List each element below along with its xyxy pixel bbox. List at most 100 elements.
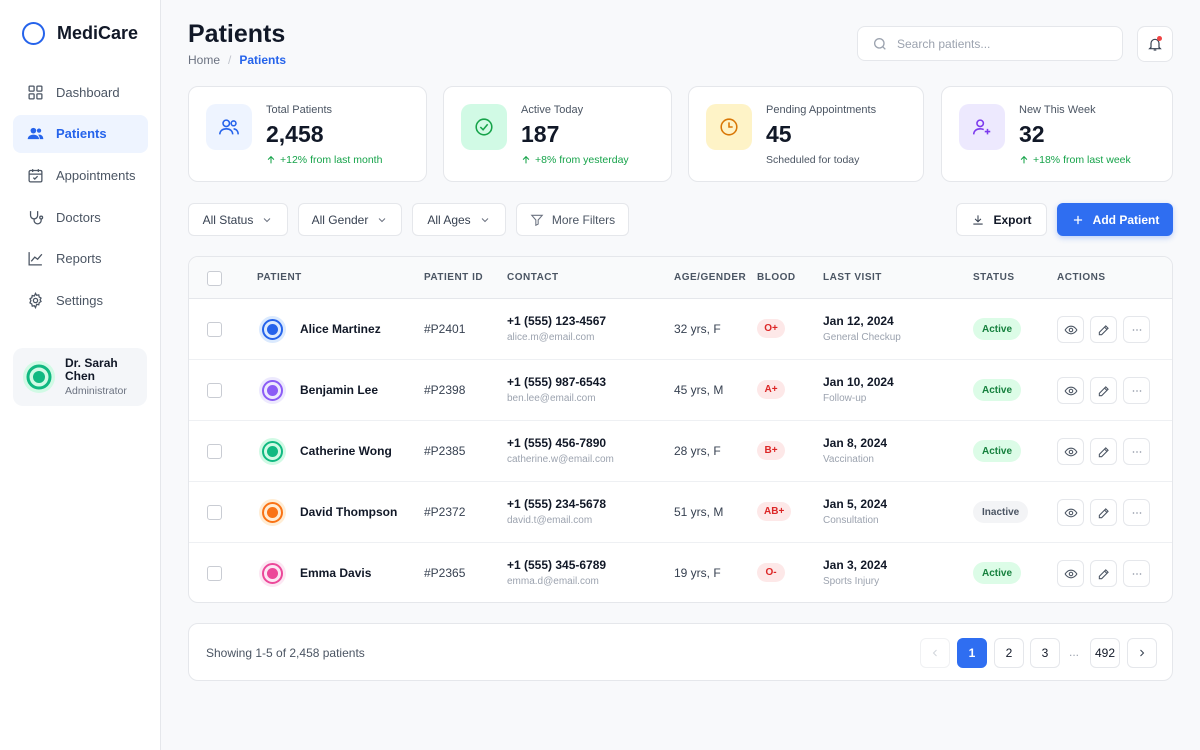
edit-button[interactable] — [1090, 560, 1117, 587]
stat-value: 187 — [521, 121, 560, 147]
more-filters-button[interactable]: More Filters — [516, 203, 629, 236]
column-header-last-visit[interactable]: LAST VISIT — [823, 272, 882, 283]
search-input[interactable] — [897, 36, 1097, 51]
pencil-icon — [1098, 324, 1109, 335]
calendar-check-icon — [28, 169, 43, 183]
row-checkbox[interactable] — [207, 566, 222, 581]
edit-button[interactable] — [1090, 499, 1117, 526]
status-filter-dropdown[interactable]: All Status — [188, 203, 288, 236]
logo-circle-icon — [22, 22, 45, 45]
notifications-button[interactable] — [1137, 26, 1173, 62]
next-page-button[interactable] — [1127, 638, 1157, 668]
view-button[interactable] — [1057, 377, 1084, 404]
sidebar-item-settings[interactable]: Settings — [13, 281, 148, 319]
table-row[interactable]: Benjamin Lee #P2398 +1 (555) 987-6543 ben.l… — [189, 360, 1172, 421]
search-box[interactable] — [857, 26, 1123, 61]
page-button-3[interactable]: 3 — [1030, 638, 1060, 668]
stat-icon-box — [461, 104, 507, 150]
stat-subtext: Scheduled for today — [766, 154, 859, 166]
page-button-2[interactable]: 2 — [994, 638, 1024, 668]
showing-count: Showing 1-5 of 2,458 patients — [206, 646, 365, 660]
export-button[interactable]: Export — [956, 203, 1047, 236]
stat-label: Total Patients — [266, 104, 333, 116]
brand[interactable]: MediCare — [22, 22, 138, 45]
table-row[interactable]: Emma Davis #P2365 +1 (555) 345-6789 emma.d@… — [189, 543, 1172, 602]
more-actions-button[interactable] — [1123, 499, 1150, 526]
edit-button[interactable] — [1090, 438, 1117, 465]
sidebar-item-dashboard[interactable]: Dashboard — [13, 73, 148, 111]
view-button[interactable] — [1057, 316, 1084, 343]
table-row[interactable]: Catherine Wong #P2385 +1 (555) 456-7890 cat… — [189, 421, 1172, 482]
row-checkbox[interactable] — [207, 505, 222, 520]
users-icon — [27, 128, 44, 140]
last-visit-date: Jan 8, 2024 — [823, 436, 888, 450]
view-button[interactable] — [1057, 560, 1084, 587]
view-button[interactable] — [1057, 499, 1084, 526]
more-actions-button[interactable] — [1123, 316, 1150, 343]
user-profile-card[interactable]: Dr. Sarah Chen Administrator — [13, 348, 147, 406]
avatar-ring — [262, 563, 283, 584]
add-patient-button[interactable]: Add Patient — [1057, 203, 1173, 236]
last-visit-date: Jan 3, 2024 — [823, 558, 888, 572]
patient-name[interactable]: Alice Martinez — [300, 322, 381, 336]
add-patient-label: Add Patient — [1092, 212, 1160, 227]
select-all-checkbox[interactable] — [207, 271, 222, 286]
arrow-up-icon — [267, 155, 275, 164]
sidebar-item-label: Patients — [56, 126, 107, 142]
patient-phone: +1 (555) 234-5678 — [507, 497, 607, 511]
patient-age-gender: 32 yrs, F — [674, 322, 721, 336]
patient-name[interactable]: Catherine Wong — [300, 444, 392, 458]
clock-icon — [720, 118, 738, 136]
column-header-age-gender[interactable]: AGE/GENDER — [674, 272, 746, 283]
patient-name[interactable]: Emma Davis — [300, 566, 371, 580]
more-actions-button[interactable] — [1123, 438, 1150, 465]
patient-age-gender: 19 yrs, F — [674, 566, 721, 580]
table-row[interactable]: David Thompson #P2372 +1 (555) 234-5678 dav… — [189, 482, 1172, 543]
page-button-last[interactable]: 492 — [1090, 638, 1120, 668]
stat-card-total-patients: Total Patients 2,458 +12% from last mont… — [188, 86, 427, 182]
avatar — [259, 499, 286, 526]
breadcrumb-home[interactable]: Home — [188, 53, 220, 67]
table-row[interactable]: Alice Martinez #P2401 +1 (555) 123-4567 ali… — [189, 299, 1172, 360]
column-header-status[interactable]: STATUS — [973, 272, 1015, 283]
patient-name[interactable]: David Thompson — [300, 505, 397, 519]
user-name-line2: Chen — [65, 369, 95, 383]
edit-button[interactable] — [1090, 377, 1117, 404]
sidebar-item-reports[interactable]: Reports — [13, 240, 148, 278]
stat-trend: +18% from last week — [1019, 154, 1131, 166]
arrow-up-icon — [522, 155, 530, 164]
more-dots-icon — [1132, 572, 1141, 575]
chevron-right-icon — [1140, 649, 1145, 657]
row-checkbox[interactable] — [207, 322, 222, 337]
page-ellipsis: ... — [1069, 645, 1080, 659]
row-checkbox[interactable] — [207, 383, 222, 398]
sidebar-item-appointments[interactable]: Appointments — [13, 156, 148, 194]
sidebar-item-doctors[interactable]: Doctors — [13, 198, 148, 236]
blood-type-badge: B+ — [757, 441, 785, 460]
eye-icon — [1064, 447, 1077, 456]
blood-type-badge: O+ — [757, 319, 785, 338]
more-actions-button[interactable] — [1123, 377, 1150, 404]
edit-button[interactable] — [1090, 316, 1117, 343]
stat-trend: +12% from last month — [266, 154, 382, 166]
page-button-1[interactable]: 1 — [957, 638, 987, 668]
patient-id: #P2365 — [424, 566, 466, 580]
row-checkbox[interactable] — [207, 444, 222, 459]
gender-filter-dropdown[interactable]: All Gender — [298, 203, 402, 236]
stat-trend-text: +18% from last week — [1033, 154, 1131, 166]
view-button[interactable] — [1057, 438, 1084, 465]
prev-page-button[interactable] — [920, 638, 950, 668]
more-actions-button[interactable] — [1123, 560, 1150, 587]
column-header-blood[interactable]: BLOOD — [757, 272, 796, 283]
notification-dot — [1157, 36, 1162, 41]
patient-phone: +1 (555) 987-6543 — [507, 375, 607, 389]
patient-age-gender: 28 yrs, F — [674, 444, 721, 458]
stat-trend-text: +8% from yesterday — [535, 154, 629, 166]
sidebar-item-patients[interactable]: Patients — [13, 114, 148, 153]
patient-name[interactable]: Benjamin Lee — [300, 383, 378, 397]
column-header-contact[interactable]: CONTACT — [507, 272, 559, 283]
column-header-patient[interactable]: PATIENT — [257, 272, 302, 283]
age-filter-dropdown[interactable]: All Ages — [412, 203, 506, 236]
column-header-patient-id[interactable]: PATIENT ID — [424, 272, 483, 283]
status-badge: Inactive — [973, 501, 1029, 523]
